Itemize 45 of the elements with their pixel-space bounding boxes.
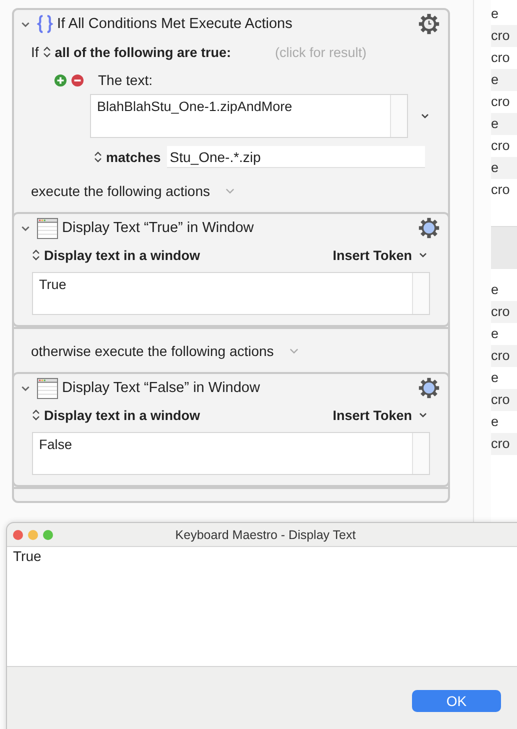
window-icon — [37, 378, 58, 398]
pattern-field[interactable]: Stu_One-.*.zip — [166, 146, 425, 168]
insert-token-menu[interactable]: Insert Token — [332, 408, 412, 422]
gear-icon[interactable] — [418, 217, 440, 239]
section-label: execute the following actions — [31, 183, 210, 199]
window-title: Keyboard Maestro - Display Text — [174, 528, 357, 542]
insert-token-menu[interactable]: Insert Token — [332, 248, 412, 262]
ok-button[interactable]: OK — [412, 690, 501, 712]
close-button[interactable] — [13, 530, 23, 540]
action-title: If All Conditions Met Execute Actions — [57, 16, 292, 32]
list-item[interactable]: cro — [491, 182, 510, 197]
up-down-chevron-icon[interactable] — [94, 151, 102, 163]
text-field[interactable]: False — [32, 432, 430, 475]
list-item[interactable]: e — [491, 326, 499, 341]
action-title: Display Text “False” in Window — [62, 380, 260, 396]
list-item[interactable]: cro — [491, 50, 510, 65]
operator-popup[interactable]: matches — [106, 150, 161, 164]
braces-icon — [37, 13, 53, 35]
up-down-chevron-icon[interactable] — [42, 46, 51, 58]
text-area[interactable]: True — [7, 547, 517, 667]
remove-icon[interactable] — [71, 74, 84, 86]
gear-icon[interactable] — [418, 377, 440, 399]
text-field[interactable]: True — [32, 272, 430, 315]
action-title: Display Text “True” in Window — [62, 220, 254, 236]
condition-mode-popup[interactable]: all of the following are true: — [54, 44, 232, 60]
if-label: If — [31, 44, 39, 60]
list-item[interactable]: e — [491, 282, 499, 297]
up-down-chevron-icon[interactable] — [32, 249, 40, 261]
up-down-chevron-icon[interactable] — [32, 409, 40, 421]
list-item[interactable]: e — [491, 370, 499, 385]
list-item[interactable]: e — [491, 414, 499, 429]
gear-clock-icon[interactable] — [418, 13, 440, 35]
section-label: otherwise execute the following actions — [31, 342, 274, 358]
list-item[interactable]: cro — [491, 138, 510, 153]
list-item[interactable]: e — [491, 6, 499, 21]
condition-label: The text: — [98, 72, 152, 88]
dropdown-chevron-icon[interactable] — [418, 250, 428, 260]
list-item[interactable]: cro — [491, 94, 510, 109]
action-mode-popup[interactable]: Display text in a window — [44, 248, 200, 262]
add-icon[interactable] — [54, 74, 67, 86]
window-icon — [37, 218, 58, 238]
action-mode-popup[interactable]: Display text in a window — [44, 408, 200, 422]
dropdown-chevron-icon[interactable] — [418, 410, 428, 420]
dropdown-chevron-icon[interactable] — [420, 111, 430, 121]
text-field[interactable]: BlahBlahStu_One-1.zipAndMore — [90, 94, 408, 138]
